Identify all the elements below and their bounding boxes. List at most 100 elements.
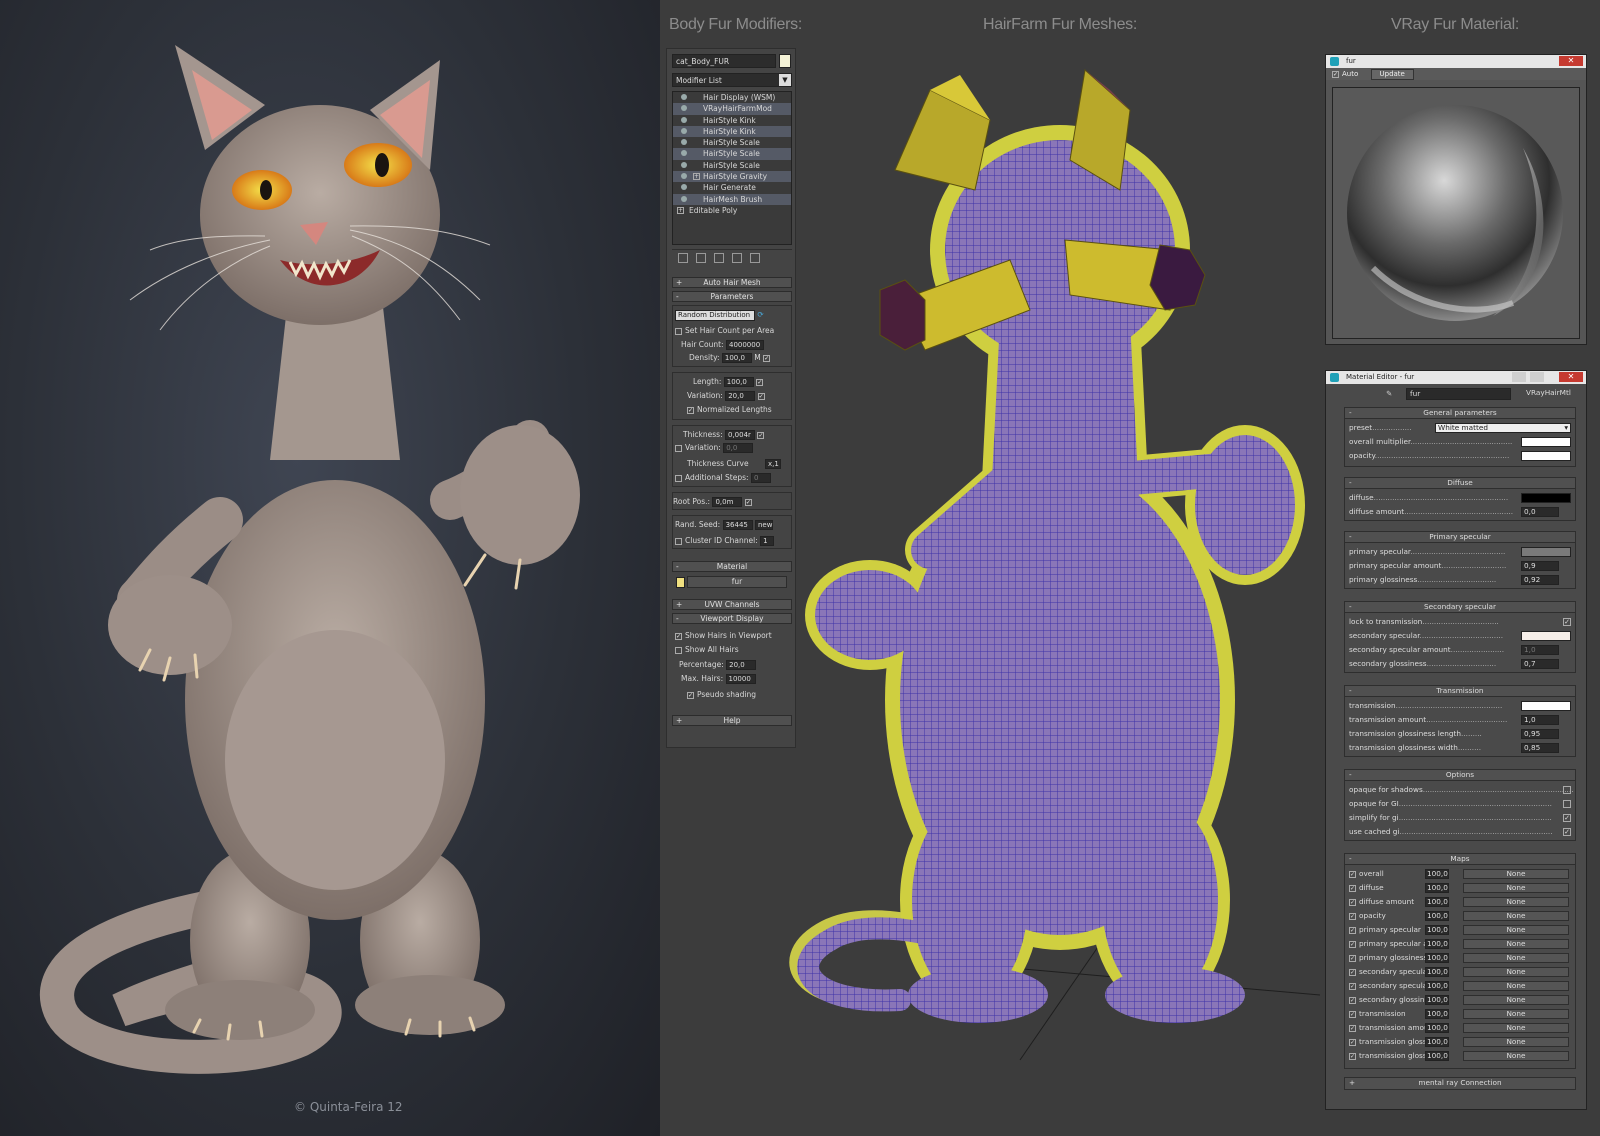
- map-slot-button[interactable]: None: [1463, 995, 1569, 1005]
- max-hairs-input[interactable]: 10000: [725, 674, 756, 684]
- pin-stack-icon[interactable]: [678, 253, 688, 263]
- root-pos-checkbox[interactable]: ✓: [744, 498, 752, 506]
- map-enable-checkbox[interactable]: ✓: [1349, 996, 1356, 1004]
- overall-multiplier-swatch[interactable]: [1521, 437, 1571, 447]
- map-enable-checkbox[interactable]: ✓: [1349, 926, 1356, 934]
- pseudo-shading-checkbox[interactable]: ✓: [687, 691, 694, 699]
- lightbulb-icon[interactable]: [681, 94, 687, 100]
- expand-icon[interactable]: +: [693, 173, 700, 181]
- lock-transmission-checkbox[interactable]: ✓: [1563, 618, 1571, 626]
- show-all-row[interactable]: Show All Hairs: [675, 644, 739, 655]
- section-general-title[interactable]: - General parameters: [1345, 408, 1575, 419]
- lightbulb-icon[interactable]: [681, 173, 687, 180]
- map-slot-button[interactable]: None: [1463, 925, 1569, 935]
- modifier-list-dropdown[interactable]: Modifier List ▼: [672, 73, 792, 87]
- map-enable-checkbox[interactable]: ✓: [1349, 870, 1356, 878]
- map-amount-input[interactable]: 100,0: [1425, 897, 1449, 907]
- secondary-amount-input[interactable]: 1,0: [1521, 645, 1559, 655]
- map-enable-checkbox[interactable]: ✓: [1349, 1052, 1356, 1060]
- update-button[interactable]: Update: [1370, 69, 1414, 80]
- additional-steps-checkbox[interactable]: [675, 474, 682, 482]
- lightbulb-icon[interactable]: [681, 116, 687, 123]
- preset-dropdown[interactable]: White matted ▾: [1435, 423, 1571, 433]
- map-slot-button[interactable]: None: [1463, 939, 1569, 949]
- thickness-variation-checkbox[interactable]: [675, 444, 682, 452]
- map-enable-checkbox[interactable]: ✓: [1349, 912, 1356, 920]
- map-amount-input[interactable]: 100,0: [1425, 1051, 1449, 1061]
- map-enable-checkbox[interactable]: ✓: [1349, 884, 1356, 892]
- rollout-help[interactable]: + Help: [672, 715, 792, 726]
- map-amount-input[interactable]: 100,0: [1425, 995, 1449, 1005]
- lightbulb-icon[interactable]: [681, 161, 687, 168]
- map-amount-input[interactable]: 100,0: [1425, 925, 1449, 935]
- thickness-input[interactable]: 0,004r: [725, 430, 755, 440]
- map-amount-input[interactable]: 100,0: [1425, 911, 1449, 921]
- eyedropper-icon[interactable]: ✎: [1386, 389, 1392, 398]
- percentage-input[interactable]: 20,0: [726, 660, 757, 670]
- map-slot-button[interactable]: None: [1463, 897, 1569, 907]
- map-slot-button[interactable]: None: [1463, 1037, 1569, 1047]
- map-slot-button[interactable]: None: [1463, 883, 1569, 893]
- set-hair-count-checkbox[interactable]: [675, 327, 682, 335]
- variation-checkbox[interactable]: ✓: [757, 392, 765, 400]
- map-amount-input[interactable]: 100,0: [1425, 981, 1449, 991]
- set-hair-count-row[interactable]: Set Hair Count per Area: [675, 325, 774, 336]
- map-amount-input[interactable]: 100,0: [1425, 1023, 1449, 1033]
- lightbulb-icon[interactable]: [681, 195, 687, 202]
- refresh-icon[interactable]: ⟳: [757, 310, 763, 319]
- map-enable-checkbox[interactable]: ✓: [1349, 1038, 1356, 1046]
- material-name-field[interactable]: fur: [1406, 388, 1511, 400]
- map-amount-input[interactable]: 100,0: [1425, 1009, 1449, 1019]
- section-secondary-title[interactable]: - Secondary specular: [1345, 602, 1575, 613]
- stack-item[interactable]: Hair Generate: [673, 182, 791, 193]
- section-primary-title[interactable]: - Primary specular: [1345, 532, 1575, 543]
- secondary-glossiness-input[interactable]: 0,7: [1521, 659, 1559, 669]
- stack-item-base[interactable]: + Editable Poly: [673, 205, 791, 216]
- lightbulb-icon[interactable]: [681, 127, 687, 134]
- map-slot-button[interactable]: None: [1463, 911, 1569, 921]
- map-slot-button[interactable]: None: [1463, 1051, 1569, 1061]
- lightbulb-icon[interactable]: [681, 105, 687, 112]
- length-checkbox[interactable]: ✓: [756, 378, 764, 386]
- material-editor-titlebar[interactable]: Material Editor - fur ✕: [1326, 371, 1586, 384]
- show-hairs-checkbox[interactable]: ✓: [675, 632, 682, 640]
- primary-specular-swatch[interactable]: [1521, 547, 1571, 557]
- map-enable-checkbox[interactable]: ✓: [1349, 982, 1356, 990]
- make-unique-icon[interactable]: [714, 253, 724, 263]
- remove-modifier-icon[interactable]: [732, 253, 742, 263]
- section-maps-title[interactable]: - Maps: [1345, 854, 1575, 865]
- rollout-auto-hair-mesh[interactable]: + Auto Hair Mesh: [672, 277, 792, 288]
- close-icon[interactable]: ✕: [1559, 372, 1583, 382]
- additional-steps-input[interactable]: 0: [750, 473, 771, 483]
- variation-input[interactable]: 20,0: [725, 391, 756, 401]
- stack-item[interactable]: HairStyle Scale: [673, 137, 791, 148]
- stack-item[interactable]: HairStyle Kink: [673, 115, 791, 126]
- modifier-stack[interactable]: Hair Display (WSM) VRayHairFarmMod HairSty…: [672, 91, 792, 245]
- object-color-swatch[interactable]: [779, 54, 791, 68]
- stack-item[interactable]: HairStyle Scale: [673, 148, 791, 160]
- option-checkbox[interactable]: ✓: [1563, 828, 1571, 836]
- map-slot-button[interactable]: None: [1463, 981, 1569, 991]
- secondary-specular-swatch[interactable]: [1521, 631, 1571, 641]
- primary-amount-input[interactable]: 0,9: [1521, 561, 1559, 571]
- map-amount-input[interactable]: 100,0: [1425, 1037, 1449, 1047]
- opacity-swatch[interactable]: [1521, 451, 1571, 461]
- minimize-icon[interactable]: [1512, 372, 1526, 382]
- map-enable-checkbox[interactable]: ✓: [1349, 1024, 1356, 1032]
- preview-titlebar[interactable]: fur ✕: [1326, 55, 1586, 68]
- cluster-input[interactable]: 1: [760, 536, 775, 546]
- length-input[interactable]: 100,0: [723, 377, 754, 387]
- density-checkbox[interactable]: ✓: [763, 354, 771, 362]
- material-button[interactable]: fur: [687, 576, 787, 588]
- map-amount-input[interactable]: 100,0: [1425, 953, 1449, 963]
- option-checkbox[interactable]: [1563, 786, 1571, 794]
- transmission-amount-input[interactable]: 1,0: [1521, 715, 1559, 725]
- stack-item[interactable]: HairMesh Brush: [673, 193, 791, 205]
- gloss-width-input[interactable]: 0,85: [1521, 743, 1559, 753]
- map-amount-input[interactable]: 100,0: [1425, 869, 1449, 879]
- thickness-curve-button[interactable]: x,1: [764, 459, 781, 469]
- maximize-icon[interactable]: [1530, 372, 1544, 382]
- diffuse-amount-input[interactable]: 0,0: [1521, 507, 1559, 517]
- new-seed-button[interactable]: new: [754, 520, 773, 530]
- option-checkbox[interactable]: [1563, 800, 1571, 808]
